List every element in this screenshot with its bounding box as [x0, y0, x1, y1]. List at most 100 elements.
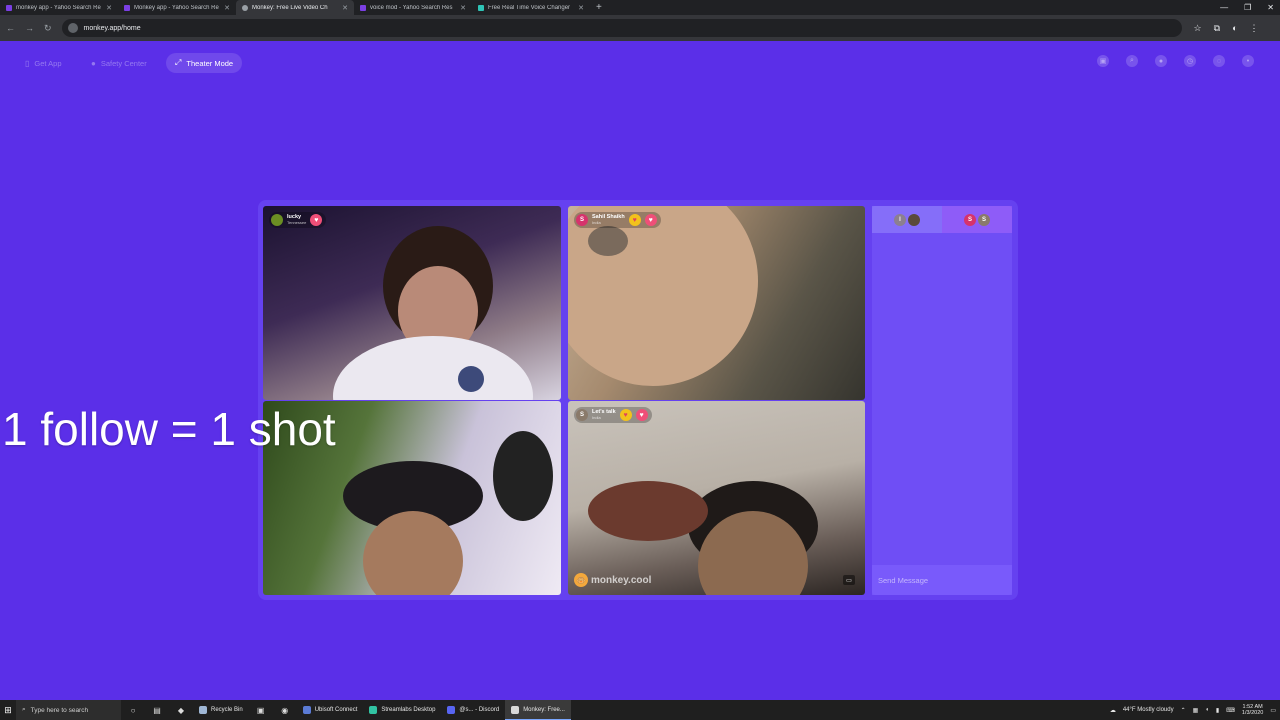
avatar: S — [576, 214, 588, 226]
chat-panel: l S S Send Message — [872, 206, 1012, 595]
chat-bubble-icon[interactable]: ◌ — [1213, 55, 1225, 67]
participant-badge[interactable]: S Sahil Shaikh India ♥ ♥ — [574, 212, 661, 228]
watermark-text: monkey.cool — [591, 574, 652, 586]
weather-text[interactable]: 44°F Mostly cloudy — [1123, 707, 1174, 713]
phone-icon: ▯ — [25, 58, 30, 68]
heart-icon[interactable]: ♥ — [644, 214, 657, 226]
person-hoodie — [333, 336, 533, 400]
avatar: S — [978, 213, 990, 226]
participant-badge[interactable]: lucky Tennessee ♥ — [269, 212, 327, 228]
taskbar-app-discord[interactable]: @s... - Discord — [441, 700, 505, 720]
volume-icon[interactable]: ◖ — [1205, 707, 1209, 713]
taskbar-search[interactable]: ⌕ Type here to search — [16, 700, 121, 720]
mic-icon[interactable]: ▮ — [1216, 707, 1219, 714]
heart-icon[interactable]: ♥ — [628, 214, 641, 226]
taskbar-app-label: Ubisoft Connect — [314, 707, 358, 713]
chat-tab-1[interactable]: l — [872, 206, 942, 233]
microphone — [458, 366, 484, 392]
taskbar-app-label: Monkey: Free... — [523, 706, 565, 713]
send-message-input[interactable]: Send Message — [872, 565, 1012, 595]
reload-icon[interactable]: ↻ — [44, 23, 52, 34]
streamlabs-icon — [369, 706, 378, 714]
shield-icon: ● — [91, 58, 96, 68]
tab-title: Monkey: Free Live Video Ch — [252, 4, 328, 11]
menu-kebab-icon[interactable]: ⋮ — [1250, 23, 1259, 34]
avatar: S — [964, 213, 976, 226]
forward-icon[interactable]: → — [25, 23, 34, 33]
chrome-icon — [511, 705, 520, 714]
history-icon[interactable]: ◷ — [1184, 55, 1196, 67]
chevron-up-icon[interactable]: ⌃ — [1181, 707, 1186, 714]
browser-tab[interactable]: Free Real Time Voice Changer ✕ — [472, 0, 590, 15]
participant-location: Tennessee — [287, 220, 307, 225]
taskbar-app-ubisoft[interactable]: Ubisoft Connect — [297, 700, 364, 720]
windows-start-icon[interactable]: ⊞ — [0, 700, 16, 720]
restore-icon[interactable]: ❐ — [1244, 3, 1251, 12]
browser-tab[interactable]: voice mod - Yahoo Search Res ✕ — [354, 0, 472, 15]
network-icon[interactable]: ▦ — [1193, 707, 1199, 714]
keyboard-icon[interactable]: ⌨ — [1226, 707, 1235, 714]
user-avatar[interactable]: • — [1242, 55, 1254, 67]
minimize-icon[interactable]: — — [1220, 3, 1228, 12]
close-tab-icon[interactable]: ✕ — [224, 4, 230, 12]
participant-badge[interactable]: S Let's talk India ♥ ♥ — [574, 407, 652, 423]
taskbar-app-recycle-bin[interactable]: Recycle Bin — [193, 700, 249, 720]
close-tab-icon[interactable]: ✕ — [342, 4, 348, 12]
ubisoft-icon — [302, 706, 311, 714]
taskbar-app-label: @s... - Discord — [459, 707, 500, 713]
heart-icon[interactable]: ♥ — [310, 214, 323, 226]
yahoo-favicon-icon — [360, 4, 366, 11]
browser-tab[interactable]: Monkey app - Yahoo Search Re ✕ — [118, 0, 236, 15]
app-icon[interactable]: ◆ — [169, 700, 193, 720]
avatar: S — [576, 409, 588, 421]
close-tab-icon[interactable]: ✕ — [106, 4, 112, 12]
tab-title: monkey app - Yahoo Search Re — [16, 4, 101, 11]
chat-tab-2[interactable]: S S — [942, 206, 1012, 233]
get-app-button[interactable]: ▯ Get App — [16, 53, 71, 73]
profile-icon[interactable]: ◐ — [1232, 23, 1237, 33]
windows-taskbar: ⊞ ⌕ Type here to search ○ ▤ ◆ Recycle Bi… — [0, 700, 1280, 720]
new-tab-icon[interactable]: + — [596, 2, 602, 13]
clock-date: 1/3/2020 — [1241, 710, 1264, 716]
video-feed-4: S Let's talk India ♥ ♥ 🐵 monkey.cool ▭ — [568, 401, 865, 595]
gift-icon[interactable]: ▣ — [1097, 55, 1109, 67]
browser-tab-strip: monkey app - Yahoo Search Re ✕ Monkey ap… — [0, 0, 1280, 15]
caption-icon[interactable]: ▭ — [843, 575, 855, 585]
notifications-icon[interactable]: ▭ — [1270, 707, 1276, 714]
weather-icon: ☁ — [1109, 707, 1116, 714]
browser-toolbar: ← → ↻ monkey.app/home ☆ ⧉ ◐ ⋮ — [0, 15, 1280, 41]
taskbar-search-placeholder: Type here to search — [30, 706, 89, 714]
theater-mode-button[interactable]: ⤢ Theater Mode — [166, 53, 243, 73]
extensions-icon[interactable]: ⧉ — [1214, 23, 1220, 34]
browser-tab[interactable]: monkey app - Yahoo Search Re ✕ — [0, 0, 118, 15]
task-view-icon[interactable]: ▤ — [145, 700, 169, 720]
search-icon[interactable]: ⌕ — [1126, 55, 1138, 67]
bookmark-star-icon[interactable]: ☆ — [1194, 23, 1202, 34]
safety-center-button[interactable]: ● Safety Center — [82, 53, 156, 73]
close-window-icon[interactable]: ✕ — [1267, 3, 1274, 12]
person-eye — [588, 226, 628, 256]
get-app-label: Get App — [34, 58, 62, 68]
heart-icon[interactable]: ♥ — [635, 409, 648, 421]
taskbar-app-label: Streamlabs Desktop — [381, 707, 436, 713]
taskbar-app-monkey[interactable]: Monkey: Free... — [505, 700, 571, 720]
cortana-icon[interactable]: ○ — [121, 700, 145, 720]
discord-icon — [447, 706, 456, 714]
browser-tab-active[interactable]: Monkey: Free Live Video Ch ✕ — [236, 0, 354, 15]
chrome-icon[interactable]: ◉ — [273, 700, 297, 720]
avatar: l — [894, 213, 906, 226]
heart-icon[interactable]: ♥ — [619, 409, 632, 421]
site-info-icon[interactable] — [67, 23, 78, 33]
close-tab-icon[interactable]: ✕ — [460, 4, 466, 12]
header-icons: ▣ ⌕ ● ◷ ◌ • — [1097, 55, 1254, 67]
taskbar-app-streamlabs[interactable]: Streamlabs Desktop — [363, 700, 441, 720]
address-bar[interactable]: monkey.app/home — [61, 19, 1182, 37]
close-tab-icon[interactable]: ✕ — [578, 4, 584, 12]
tab-title: Monkey app - Yahoo Search Re — [134, 4, 219, 11]
video-feed-2: S Sahil Shaikh India ♥ ♥ — [568, 206, 865, 400]
clock[interactable]: 1:52 AM 1/3/2020 — [1242, 704, 1263, 716]
app-icon[interactable]: ▣ — [249, 700, 273, 720]
back-icon[interactable]: ← — [6, 23, 15, 33]
coin-icon[interactable]: ● — [1155, 55, 1167, 67]
monkey-favicon-icon — [242, 4, 248, 11]
